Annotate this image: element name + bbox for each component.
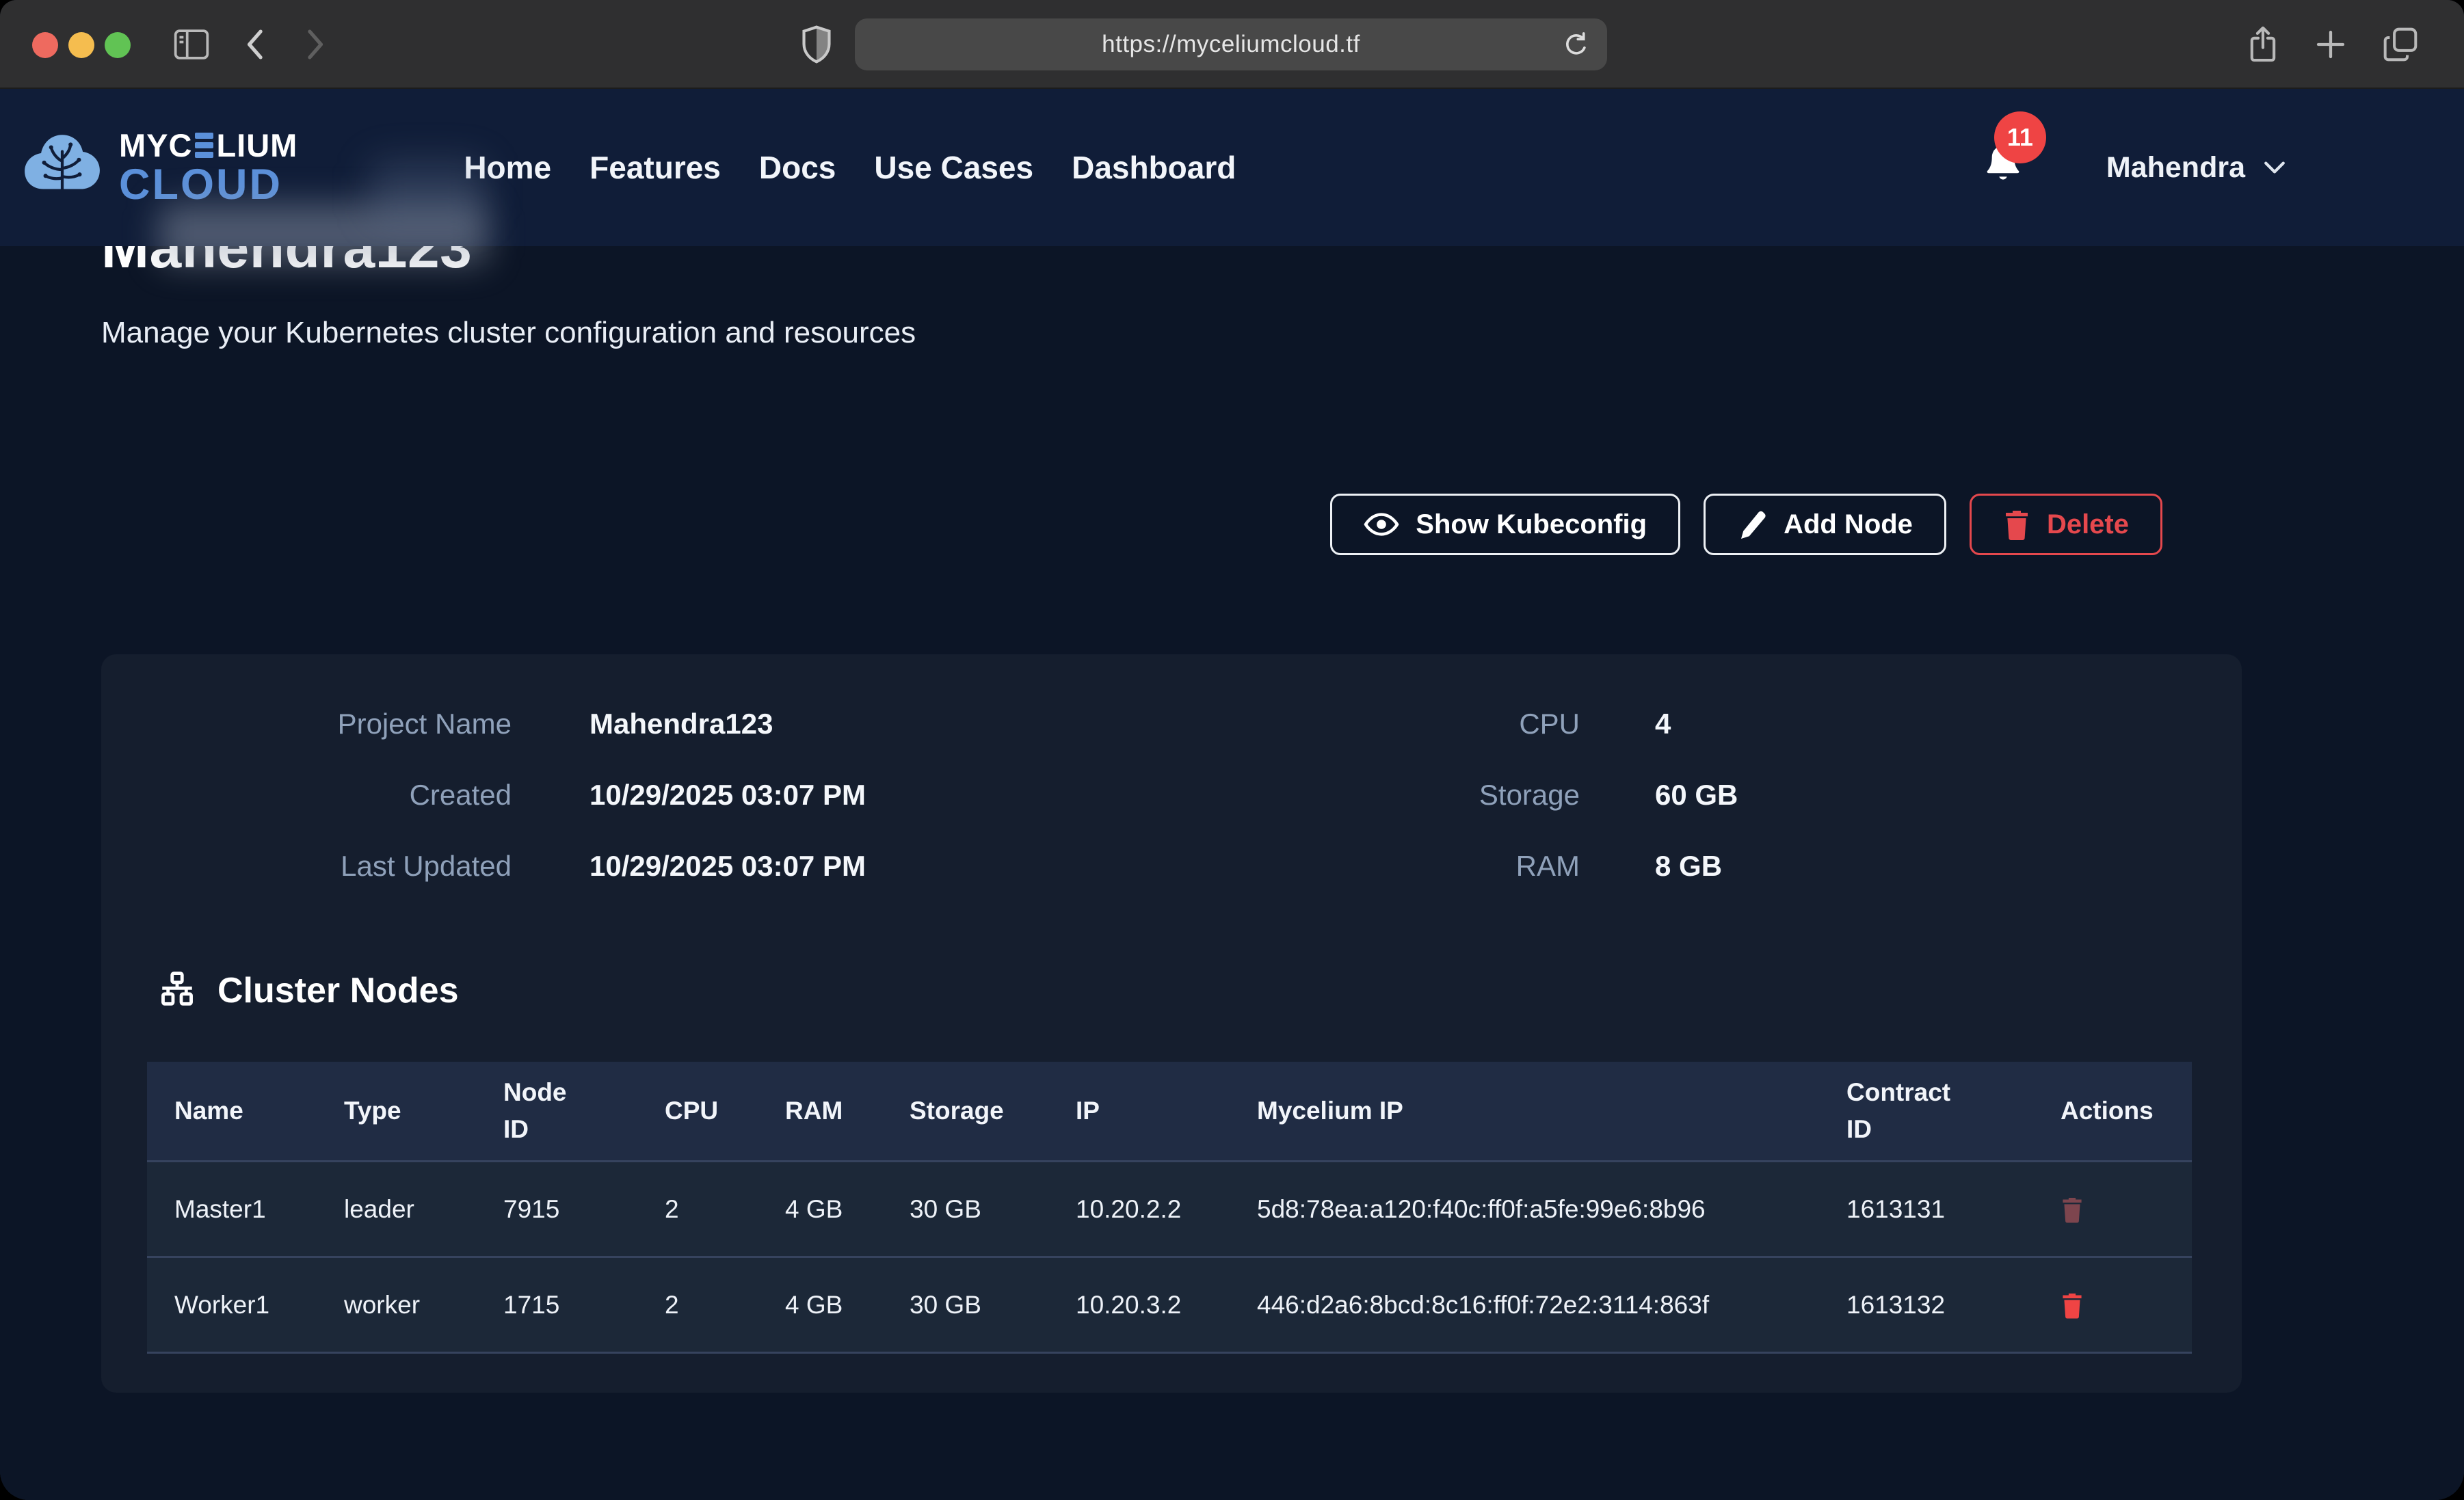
nav-link-dashboard[interactable]: Dashboard <box>1072 149 1236 186</box>
notifications-button[interactable]: 11 <box>1982 140 2026 195</box>
cluster-card: Project Name Mahendra123 CPU 4 Created 1… <box>101 654 2242 1393</box>
node-ip: 10.20.2.2 <box>1048 1180 1230 1239</box>
nav-links: Home Features Docs Use Cases Dashboard <box>464 149 1236 186</box>
info-label: Project Name <box>101 688 512 760</box>
node-cpu: 2 <box>637 1276 758 1335</box>
url-text: https://myceliumcloud.tf <box>1102 31 1360 58</box>
cluster-actions: Show Kubeconfig Add Node Delete <box>1330 494 2162 555</box>
nav-link-docs[interactable]: Docs <box>759 149 836 186</box>
browser-toolbar: https://myceliumcloud.tf <box>0 0 2464 89</box>
add-node-label: Add Node <box>1784 509 1913 540</box>
traffic-lights <box>32 32 131 58</box>
nav-link-features[interactable]: Features <box>589 149 721 186</box>
logo-text-cloud: CLOUD <box>119 163 297 206</box>
trash-icon <box>2061 1291 2084 1319</box>
info-label: CPU <box>1031 688 1580 760</box>
col-name: Name <box>147 1093 317 1129</box>
delete-node-button[interactable] <box>2061 1291 2084 1319</box>
blur-smudge <box>369 160 486 222</box>
info-label: Last Updated <box>101 831 512 902</box>
cluster-nodes-icon <box>157 971 197 1010</box>
toolbar-right-icons <box>2245 0 2420 89</box>
storage-value: 60 GB <box>1580 760 2242 831</box>
new-tab-icon[interactable] <box>2312 26 2349 63</box>
info-label: Created <box>101 760 512 831</box>
logo-e-bars <box>195 133 213 158</box>
logo-wordmark: MYC LIUM CLOUD <box>119 129 297 206</box>
cluster-nodes-table: Name Type Node ID CPU RAM Storage IP Myc… <box>147 1062 2192 1354</box>
logo-text-pre: MYC <box>119 129 192 161</box>
notification-badge: 11 <box>1994 111 2046 163</box>
created-value: 10/29/2025 03:07 PM <box>512 760 1031 831</box>
cluster-info-grid: Project Name Mahendra123 CPU 4 Created 1… <box>101 654 2242 902</box>
col-node-id: Node ID <box>476 1074 637 1147</box>
ram-value: 8 GB <box>1580 831 2242 902</box>
close-window-button[interactable] <box>32 32 58 58</box>
zoom-window-button[interactable] <box>105 32 131 58</box>
reload-icon[interactable] <box>1561 29 1592 60</box>
cpu-value: 4 <box>1580 688 2242 760</box>
cluster-nodes-heading: Cluster Nodes <box>157 970 459 1011</box>
minimize-window-button[interactable] <box>68 32 94 58</box>
node-mycelium-ip: 446:d2a6:8bcd:8c16:ff0f:72e2:3114:863f <box>1230 1276 1819 1335</box>
tab-overview-icon[interactable] <box>2381 25 2420 64</box>
table-row: Master1 leader 7915 2 4 GB 30 GB 10.20.2… <box>147 1162 2192 1258</box>
info-label: RAM <box>1031 831 1580 902</box>
node-name: Master1 <box>147 1180 317 1239</box>
browser-window: https://myceliumcloud.tf <box>0 0 2464 1500</box>
cloud-tree-logo-icon <box>21 131 104 204</box>
info-label: Storage <box>1031 760 1580 831</box>
page-content: Mahendra123 Manage your Kubernetes clust… <box>0 246 2464 1500</box>
back-icon[interactable] <box>241 0 271 89</box>
chevron-down-icon <box>2263 160 2286 175</box>
node-ram: 4 GB <box>758 1180 882 1239</box>
pencil-icon <box>1737 509 1767 540</box>
node-type: leader <box>317 1180 476 1239</box>
delete-node-button[interactable] <box>2061 1196 2084 1223</box>
col-cpu: CPU <box>637 1093 758 1129</box>
table-header-row: Name Type Node ID CPU RAM Storage IP Myc… <box>147 1062 2192 1162</box>
node-id: 1715 <box>476 1276 637 1335</box>
show-kubeconfig-label: Show Kubeconfig <box>1416 509 1647 540</box>
forward-icon[interactable] <box>300 0 330 89</box>
user-name: Mahendra <box>2106 151 2245 185</box>
eye-icon <box>1364 511 1399 538</box>
table-row: Worker1 worker 1715 2 4 GB 30 GB 10.20.3… <box>147 1258 2192 1354</box>
address-bar[interactable]: https://myceliumcloud.tf <box>855 18 1607 70</box>
sidebar-toggle-icon[interactable] <box>172 0 211 89</box>
col-mycelium-ip: Mycelium IP <box>1230 1093 1819 1129</box>
col-ip: IP <box>1048 1093 1230 1129</box>
add-node-button[interactable]: Add Node <box>1704 494 1946 555</box>
trash-icon <box>2061 1196 2084 1223</box>
node-type: worker <box>317 1276 476 1335</box>
col-type: Type <box>317 1093 476 1129</box>
node-contract-id: 1613132 <box>1819 1276 2033 1335</box>
delete-label: Delete <box>2047 509 2129 540</box>
node-ram: 4 GB <box>758 1276 882 1335</box>
node-storage: 30 GB <box>882 1180 1048 1239</box>
col-ram: RAM <box>758 1093 882 1129</box>
share-icon[interactable] <box>2245 24 2281 65</box>
node-id: 7915 <box>476 1180 637 1239</box>
node-storage: 30 GB <box>882 1276 1048 1335</box>
show-kubeconfig-button[interactable]: Show Kubeconfig <box>1330 494 1680 555</box>
node-mycelium-ip: 5d8:78ea:a120:f40c:ff0f:a5fe:99e6:8b96 <box>1230 1180 1819 1239</box>
project-name-value: Mahendra123 <box>512 688 1031 760</box>
logo-text-post: LIUM <box>216 129 297 161</box>
privacy-shield-icon[interactable] <box>797 0 836 89</box>
cluster-nodes-title: Cluster Nodes <box>217 970 459 1011</box>
user-menu[interactable]: Mahendra <box>2106 151 2286 185</box>
col-contract-id: Contract ID <box>1819 1074 2033 1147</box>
trash-icon <box>2003 509 2030 540</box>
node-contract-id: 1613131 <box>1819 1180 2033 1239</box>
col-storage: Storage <box>882 1093 1048 1129</box>
node-name: Worker1 <box>147 1276 317 1335</box>
nav-link-use-cases[interactable]: Use Cases <box>874 149 1033 186</box>
col-actions: Actions <box>2033 1093 2192 1129</box>
delete-cluster-button[interactable]: Delete <box>1970 494 2162 555</box>
mycelium-cloud-logo[interactable]: MYC LIUM CLOUD <box>21 129 297 206</box>
last-updated-value: 10/29/2025 03:07 PM <box>512 831 1031 902</box>
node-ip: 10.20.3.2 <box>1048 1276 1230 1335</box>
node-cpu: 2 <box>637 1180 758 1239</box>
